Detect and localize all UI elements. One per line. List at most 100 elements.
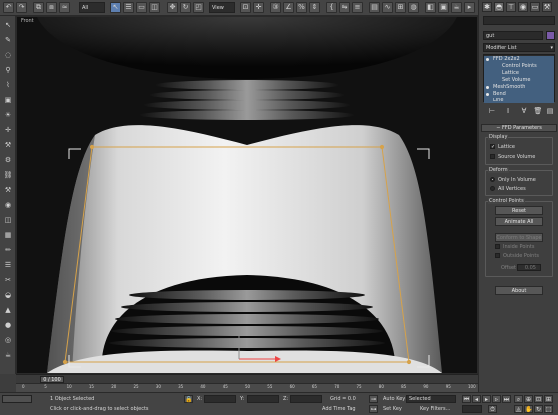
set-key-button[interactable]: Set Key [383, 406, 402, 412]
select-tool-icon[interactable]: ↖ [3, 20, 13, 30]
pin-icon[interactable]: ⚲ [3, 65, 13, 75]
light-bulb-icon[interactable] [486, 93, 489, 96]
maximize-viewport-icon[interactable]: ⬚ [544, 405, 553, 413]
scissors-icon[interactable]: ✂ [3, 275, 13, 285]
source-volume-checkbox[interactable] [490, 154, 495, 159]
all-vertices-radio[interactable] [490, 186, 495, 191]
render-icon[interactable]: ▸ [464, 2, 475, 13]
material-editor-icon[interactable]: ◍ [408, 2, 419, 13]
named-selection-icon[interactable]: { [326, 2, 337, 13]
layer-manager-icon[interactable]: ▤ [369, 2, 380, 13]
stack-item-set-volume[interactable]: Set Volume [484, 77, 554, 84]
rectangular-selection-icon[interactable]: ▭ [136, 2, 147, 13]
conform-to-shape-button[interactable]: Conform to Shape [495, 233, 543, 242]
stack-item-line[interactable]: Line [484, 98, 554, 103]
configure-modifier-sets-icon[interactable]: ▤ [545, 106, 555, 116]
scale-icon[interactable]: ◰ [193, 2, 204, 13]
offset-spinner[interactable]: 0.05 [517, 264, 541, 271]
outside-points-checkbox[interactable] [495, 253, 500, 258]
stack-item-lattice[interactable]: Lattice [484, 70, 554, 77]
cone-icon[interactable]: ▲ [3, 305, 13, 315]
viewport-label[interactable]: Front [21, 18, 34, 24]
pin-stack-icon[interactable]: ⊢ [487, 106, 497, 116]
pan-icon[interactable]: ✋ [524, 405, 533, 413]
undo-icon[interactable]: ↶ [3, 2, 14, 13]
x-coord-field[interactable] [204, 395, 236, 403]
modify-tab-icon[interactable]: ◓ [494, 2, 504, 12]
percent-snap-icon[interactable]: % [296, 2, 307, 13]
select-object-icon[interactable]: ↖ [110, 2, 121, 13]
wrench-icon[interactable]: ⚒ [3, 140, 13, 150]
display-tab-icon[interactable]: ▭ [530, 2, 540, 12]
maxscript-listener[interactable] [2, 395, 32, 403]
select-link-icon[interactable]: ⧉ [33, 2, 44, 13]
object-color-swatch[interactable] [546, 31, 555, 40]
zoom-icon[interactable]: ⌕ [514, 395, 523, 403]
field-of-view-icon[interactable]: ◬ [514, 405, 523, 413]
utilities-tab-icon[interactable]: ⚒ [542, 2, 552, 12]
show-end-result-icon[interactable]: Ⅰ [503, 106, 513, 116]
mirror-icon[interactable]: ⇋ [339, 2, 350, 13]
lasso-icon[interactable]: ◌ [3, 50, 13, 60]
redo-icon[interactable]: ↷ [16, 2, 27, 13]
add-time-tag[interactable]: Add Time Tag [322, 406, 356, 412]
object-name-field[interactable]: gut [483, 31, 543, 40]
time-slider-knob[interactable]: 0 / 100 [40, 376, 64, 383]
unlink-icon[interactable]: ⧈ [46, 2, 57, 13]
modifier-list-dropdown[interactable]: Modifier List ▾ [483, 43, 555, 52]
angle-snap-icon[interactable]: ∠ [283, 2, 294, 13]
curve-editor-icon[interactable]: ∿ [382, 2, 393, 13]
select-by-name-icon[interactable]: ☰ [123, 2, 134, 13]
light-bulb-icon[interactable] [486, 58, 489, 61]
window-crossing-icon[interactable]: ◫ [149, 2, 160, 13]
make-unique-icon[interactable]: ∀ [519, 106, 529, 116]
key-mode-dropdown[interactable]: Selected [406, 395, 456, 403]
align-icon[interactable]: ≡ [352, 2, 363, 13]
zoom-extents-all-icon[interactable]: ⊞ [544, 395, 553, 403]
bind-space-warp-icon[interactable]: ≈ [59, 2, 70, 13]
select-manipulate-icon[interactable]: ✛ [253, 2, 264, 13]
about-button[interactable]: About [495, 286, 543, 295]
go-to-start-icon[interactable]: ⏮ [462, 395, 471, 403]
stack-item-meshsmooth[interactable]: MeshSmooth [484, 84, 554, 91]
front-viewport[interactable]: Front [16, 16, 478, 374]
link-icon[interactable]: ⛓ [3, 170, 13, 180]
auto-key-button[interactable]: Auto Key [383, 396, 405, 402]
schematic-view-icon[interactable]: ⊞ [395, 2, 406, 13]
pencil-icon[interactable]: ✏ [3, 245, 13, 255]
paint-select-icon[interactable]: ✎ [3, 35, 13, 45]
zoom-all-icon[interactable]: ⊕ [524, 395, 533, 403]
hammer-icon[interactable]: ⚒ [3, 185, 13, 195]
eye-icon[interactable]: ◉ [3, 200, 13, 210]
move-icon[interactable]: ✥ [167, 2, 178, 13]
key-filters-button[interactable]: Key Filters... [420, 406, 450, 412]
zoom-extents-icon[interactable]: ⊡ [534, 395, 543, 403]
stack-icon[interactable]: ☰ [3, 260, 13, 270]
time-config-icon[interactable]: ⏱ [488, 405, 497, 413]
ffd-parameters-rollout-header[interactable]: − FFD Parameters [481, 124, 557, 132]
helper-icon[interactable]: ✛ [3, 125, 13, 135]
animate-all-button[interactable]: Animate All [495, 217, 543, 226]
brush-icon[interactable]: ⌇ [3, 80, 13, 90]
modifier-stack[interactable]: FFD 2x2x2 Control Points Lattice Set Vol… [483, 54, 555, 103]
gear-icon[interactable]: ⚙ [3, 155, 13, 165]
sphere-icon[interactable]: ● [3, 320, 13, 330]
camera-icon[interactable]: ▣ [3, 95, 13, 105]
grid-icon[interactable]: ▦ [3, 230, 13, 240]
lattice-checkbox[interactable]: ✓ [490, 144, 495, 150]
stack-item-control-points[interactable]: Control Points [484, 63, 554, 70]
cube-icon[interactable]: ◫ [3, 215, 13, 225]
lock-selection-icon[interactable]: 🔒 [184, 395, 193, 403]
spinner-snap-icon[interactable]: ⇕ [309, 2, 320, 13]
motion-tab-icon[interactable]: ◉ [518, 2, 528, 12]
z-coord-field[interactable] [290, 395, 322, 403]
hierarchy-tab-icon[interactable]: ⊤ [506, 2, 516, 12]
teapot-icon[interactable]: ☕ [3, 350, 13, 360]
reference-coordinate-dropdown[interactable]: View [209, 2, 235, 13]
rotate-icon[interactable]: ↻ [180, 2, 191, 13]
time-slider[interactable]: 0 / 100 [16, 374, 478, 383]
panel-search-field[interactable] [483, 16, 555, 25]
go-to-end-icon[interactable]: ⏭ [502, 395, 511, 403]
only-in-volume-radio[interactable] [490, 177, 495, 182]
reset-button[interactable]: Reset [495, 206, 543, 215]
